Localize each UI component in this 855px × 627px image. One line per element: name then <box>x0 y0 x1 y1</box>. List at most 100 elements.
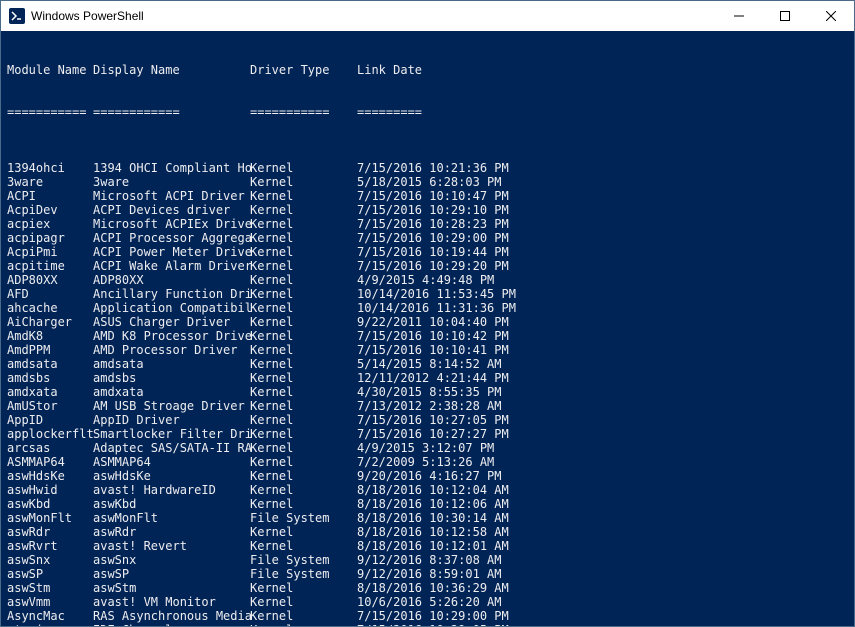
cell-display: AMD K8 Processor Drive <box>93 329 250 343</box>
cell-date: 7/13/2012 2:38:28 AM <box>357 399 848 413</box>
cell-display: AppID Driver <box>93 413 250 427</box>
cell-date: 7/15/2016 10:29:10 PM <box>357 203 848 217</box>
table-row: aswSPaswSPFile System9/12/2016 8:59:01 A… <box>7 567 848 581</box>
cell-module: aswHdsKe <box>7 469 93 483</box>
cell-module: aswVmm <box>7 595 93 609</box>
cell-date: 8/18/2016 10:36:29 AM <box>357 581 848 595</box>
table-row: aswSnxaswSnxFile System9/12/2016 8:37:08… <box>7 553 848 567</box>
cell-module: ASMMAP64 <box>7 455 93 469</box>
cell-display: 1394 OHCI Compliant Ho <box>93 161 250 175</box>
cell-module: amdsata <box>7 357 93 371</box>
cell-display: avast! HardwareID <box>93 483 250 497</box>
cell-display: ADP80XX <box>93 273 250 287</box>
cell-date: 4/9/2015 3:12:07 PM <box>357 441 848 455</box>
cell-module: ADP80XX <box>7 273 93 287</box>
table-row: acpipagrACPI Processor AggregaKernel7/15… <box>7 231 848 245</box>
cell-type: Kernel <box>250 595 357 609</box>
cell-type: Kernel <box>250 385 357 399</box>
cell-module: aswStm <box>7 581 93 595</box>
cell-date: 7/15/2016 10:10:41 PM <box>357 343 848 357</box>
cell-type: Kernel <box>250 497 357 511</box>
cell-module: AsyncMac <box>7 609 93 623</box>
col-header-type: Driver Type <box>250 63 357 77</box>
cell-date: 8/18/2016 10:30:14 AM <box>357 511 848 525</box>
table-row: aswHwidavast! HardwareIDKernel8/18/2016 … <box>7 483 848 497</box>
cell-display: Application Compatibil <box>93 301 250 315</box>
minimize-button[interactable] <box>716 1 762 31</box>
table-row: applockerfltSmartlocker Filter DriKernel… <box>7 427 848 441</box>
cell-type: Kernel <box>250 217 357 231</box>
console-output[interactable]: Module Name Display Name Driver Type Lin… <box>1 31 854 626</box>
cell-module: AcpiPmi <box>7 245 93 259</box>
cell-date: 7/15/2016 10:28:23 PM <box>357 217 848 231</box>
cell-type: File System <box>250 553 357 567</box>
cell-date: 7/15/2016 10:10:42 PM <box>357 329 848 343</box>
cell-date: 9/12/2016 8:37:08 AM <box>357 553 848 567</box>
cell-date: 10/14/2016 11:53:45 PM <box>357 287 848 301</box>
cell-display: ACPI Power Meter Drive <box>93 245 250 259</box>
cell-module: acpitime <box>7 259 93 273</box>
table-row: amdsbsamdsbsKernel12/11/2012 4:21:44 PM <box>7 371 848 385</box>
cell-display: amdsata <box>93 357 250 371</box>
table-row: atapiIDE ChannelKernel7/15/2016 10:29:05… <box>7 623 848 626</box>
cell-type: Kernel <box>250 469 357 483</box>
table-row: acpitimeACPI Wake Alarm DriverKernel7/15… <box>7 259 848 273</box>
cell-display: avast! Revert <box>93 539 250 553</box>
cell-module: 1394ohci <box>7 161 93 175</box>
table-row: amdsataamdsataKernel5/14/2015 8:14:52 AM <box>7 357 848 371</box>
table-row: AFDAncillary Function DriKernel10/14/201… <box>7 287 848 301</box>
cell-display: AM USB Stroage Driver <box>93 399 250 413</box>
cell-date: 12/11/2012 4:21:44 PM <box>357 371 848 385</box>
cell-type: Kernel <box>250 315 357 329</box>
cell-date: 10/14/2016 11:31:36 PM <box>357 301 848 315</box>
cell-date: 7/15/2016 10:29:20 PM <box>357 259 848 273</box>
titlebar[interactable]: Windows PowerShell <box>1 1 854 31</box>
cell-module: amdxata <box>7 385 93 399</box>
cell-type: Kernel <box>250 287 357 301</box>
cell-date: 8/18/2016 10:12:04 AM <box>357 483 848 497</box>
cell-type: Kernel <box>250 441 357 455</box>
cell-display: Smartlocker Filter Dri <box>93 427 250 441</box>
col-header-date: Link Date <box>357 63 848 77</box>
cell-display: ACPI Processor Aggrega <box>93 231 250 245</box>
cell-display: aswKbd <box>93 497 250 511</box>
cell-module: applockerflt <box>7 427 93 441</box>
cell-date: 7/2/2009 5:13:26 AM <box>357 455 848 469</box>
cell-date: 9/12/2016 8:59:01 AM <box>357 567 848 581</box>
cell-module: ahcache <box>7 301 93 315</box>
table-row: acpiexMicrosoft ACPIEx DriveKernel7/15/2… <box>7 217 848 231</box>
cell-display: aswHdsKe <box>93 469 250 483</box>
cell-display: Microsoft ACPIEx Drive <box>93 217 250 231</box>
table-row: 1394ohci1394 OHCI Compliant HoKernel7/15… <box>7 161 848 175</box>
sep-display: ============ <box>93 105 250 119</box>
cell-display: amdsbs <box>93 371 250 385</box>
cell-display: aswSP <box>93 567 250 581</box>
cell-type: Kernel <box>250 175 357 189</box>
cell-module: AmUStor <box>7 399 93 413</box>
cell-date: 8/18/2016 10:12:06 AM <box>357 497 848 511</box>
cell-date: 5/14/2015 8:14:52 AM <box>357 357 848 371</box>
cell-module: aswSnx <box>7 553 93 567</box>
cell-display: ASUS Charger Driver <box>93 315 250 329</box>
cell-type: Kernel <box>250 203 357 217</box>
cell-date: 4/9/2015 4:49:48 PM <box>357 273 848 287</box>
table-row: AmUStorAM USB Stroage DriverKernel7/13/2… <box>7 399 848 413</box>
cell-module: AiCharger <box>7 315 93 329</box>
maximize-button[interactable] <box>762 1 808 31</box>
cell-type: File System <box>250 567 357 581</box>
table-row: ACPIMicrosoft ACPI DriverKernel7/15/2016… <box>7 189 848 203</box>
cell-module: AFD <box>7 287 93 301</box>
cell-type: Kernel <box>250 483 357 497</box>
cell-module: aswKbd <box>7 497 93 511</box>
close-button[interactable] <box>808 1 854 31</box>
table-row: AmdK8AMD K8 Processor DriveKernel7/15/20… <box>7 329 848 343</box>
cell-date: 7/15/2016 10:19:44 PM <box>357 245 848 259</box>
cell-date: 5/18/2015 6:28:03 PM <box>357 175 848 189</box>
cell-type: Kernel <box>250 329 357 343</box>
cell-display: IDE Channel <box>93 623 250 626</box>
table-row: aswMonFltaswMonFltFile System8/18/2016 1… <box>7 511 848 525</box>
table-row: AmdPPMAMD Processor DriverKernel7/15/201… <box>7 343 848 357</box>
cell-type: Kernel <box>250 343 357 357</box>
table-row: AsyncMacRAS Asynchronous MediaKernel7/15… <box>7 609 848 623</box>
cell-type: Kernel <box>250 231 357 245</box>
